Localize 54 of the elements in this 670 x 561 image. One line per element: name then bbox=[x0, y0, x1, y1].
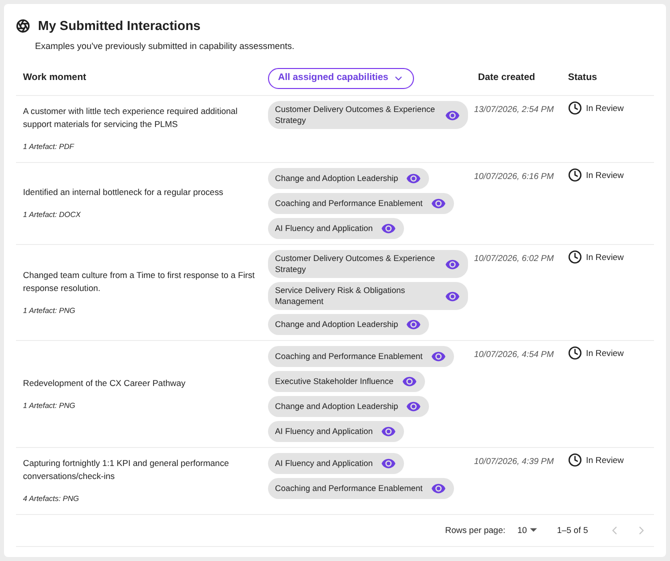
capability-label: AI Fluency and Application bbox=[275, 426, 373, 437]
eye-icon[interactable] bbox=[406, 171, 422, 186]
capability-filter-dropdown[interactable]: All assigned capabilities bbox=[268, 68, 414, 89]
dropdown-arrow-icon bbox=[530, 528, 537, 532]
capability-label: Coaching and Performance Enablement bbox=[275, 483, 423, 494]
status-text: In Review bbox=[586, 347, 624, 360]
capability-label: AI Fluency and Application bbox=[275, 458, 373, 469]
clock-icon bbox=[568, 250, 582, 264]
rows-per-page-select[interactable]: 10 bbox=[517, 524, 537, 537]
eye-icon[interactable] bbox=[430, 349, 446, 364]
clock-icon bbox=[568, 168, 582, 182]
work-moment-text: Changed team culture from a Time to first response to a First response resolution. bbox=[23, 268, 256, 295]
aperture-icon bbox=[16, 18, 30, 33]
eye-icon[interactable] bbox=[402, 374, 417, 389]
work-moment-text: Identified an internal bottleneck for a regular process bbox=[23, 186, 224, 200]
capability-label: Change and Adoption Leadership bbox=[275, 319, 398, 330]
status-text: In Review bbox=[586, 102, 624, 115]
eye-icon[interactable] bbox=[380, 456, 396, 471]
capability-label: Coaching and Performance Enablement bbox=[275, 351, 423, 362]
eye-icon[interactable] bbox=[430, 196, 446, 211]
rows-per-page-label: Rows per page: bbox=[445, 524, 506, 537]
capability-label: Customer Delivery Outcomes & Experience Strategy bbox=[275, 253, 436, 275]
page-range: 1–5 of 5 bbox=[556, 524, 588, 537]
date-created: 10/07/2026, 4:39 PM bbox=[474, 455, 555, 468]
eye-icon[interactable] bbox=[406, 317, 422, 332]
status-text: In Review bbox=[586, 169, 624, 182]
column-header: Status bbox=[568, 71, 598, 86]
eye-icon[interactable] bbox=[430, 481, 446, 496]
page-title: My Submitted Interactions bbox=[38, 17, 201, 35]
date-created: 13/07/2026, 2:54 PM bbox=[474, 103, 555, 116]
capability-label: Executive Stakeholder Influence bbox=[275, 376, 394, 387]
capability-label: Change and Adoption Leadership bbox=[275, 173, 398, 184]
clock-icon bbox=[568, 346, 582, 360]
page-subtitle: Examples you've previously submitted in capability assessments. bbox=[35, 40, 296, 53]
column-header: Date created bbox=[477, 71, 536, 86]
capability-label: Service Delivery Risk & Obligations Management bbox=[275, 285, 406, 307]
capability-label: Customer Delivery Outcomes & Experience Strategy bbox=[275, 104, 436, 126]
clock-icon bbox=[568, 453, 582, 467]
eye-icon[interactable] bbox=[406, 399, 422, 414]
date-created: 10/07/2026, 6:02 PM bbox=[474, 252, 555, 265]
column-header: Work moment bbox=[22, 71, 88, 86]
work-moment-text: A customer with little tech experience required additional support materials for servicing the PLMS bbox=[23, 105, 238, 132]
clock-icon bbox=[568, 101, 582, 115]
status-text: In Review bbox=[586, 251, 624, 264]
capability-label: Change and Adoption Leadership bbox=[275, 401, 398, 412]
eye-icon[interactable] bbox=[380, 221, 396, 236]
date-created: 10/07/2026, 4:54 PM bbox=[474, 348, 555, 361]
capability-label: AI Fluency and Application bbox=[275, 223, 373, 234]
capability-label: Coaching and Performance Enablement bbox=[275, 198, 423, 209]
date-created: 10/07/2026, 6:16 PM bbox=[474, 170, 555, 183]
work-moment-text: Capturing fortnightly 1:1 KPI and general performance conversations/check-ins bbox=[23, 457, 230, 484]
eye-icon[interactable] bbox=[380, 424, 396, 439]
status-text: In Review bbox=[586, 454, 624, 467]
work-moment-text: Redevelopment of the CX Career Pathway bbox=[23, 376, 186, 390]
